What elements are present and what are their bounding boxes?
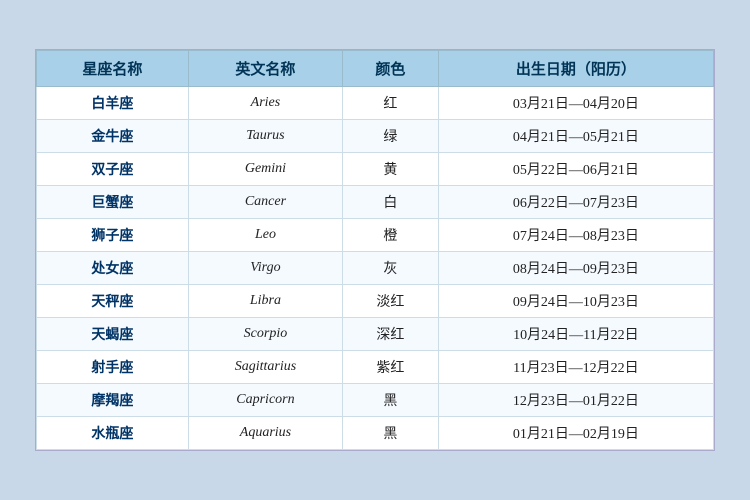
cell-chinese-name: 天蝎座 <box>37 318 189 351</box>
table-header-row: 星座名称 英文名称 颜色 出生日期（阳历） <box>37 51 714 87</box>
cell-dates: 07月24日—08月23日 <box>438 219 713 252</box>
table-row: 金牛座Taurus绿04月21日—05月21日 <box>37 120 714 153</box>
cell-english-name: Libra <box>188 285 342 318</box>
cell-chinese-name: 狮子座 <box>37 219 189 252</box>
table-row: 处女座Virgo灰08月24日—09月23日 <box>37 252 714 285</box>
table-row: 水瓶座Aquarius黑01月21日—02月19日 <box>37 417 714 450</box>
cell-dates: 03月21日—04月20日 <box>438 87 713 120</box>
header-dates: 出生日期（阳历） <box>438 51 713 87</box>
header-english-name: 英文名称 <box>188 51 342 87</box>
cell-color: 灰 <box>343 252 439 285</box>
cell-chinese-name: 处女座 <box>37 252 189 285</box>
zodiac-table-container: 星座名称 英文名称 颜色 出生日期（阳历） 白羊座Aries红03月21日—04… <box>35 49 715 451</box>
table-row: 狮子座Leo橙07月24日—08月23日 <box>37 219 714 252</box>
cell-english-name: Taurus <box>188 120 342 153</box>
cell-color: 红 <box>343 87 439 120</box>
cell-english-name: Cancer <box>188 186 342 219</box>
cell-dates: 12月23日—01月22日 <box>438 384 713 417</box>
header-chinese-name: 星座名称 <box>37 51 189 87</box>
table-row: 双子座Gemini黄05月22日—06月21日 <box>37 153 714 186</box>
cell-dates: 01月21日—02月19日 <box>438 417 713 450</box>
cell-english-name: Scorpio <box>188 318 342 351</box>
cell-english-name: Leo <box>188 219 342 252</box>
cell-color: 绿 <box>343 120 439 153</box>
cell-dates: 09月24日—10月23日 <box>438 285 713 318</box>
cell-chinese-name: 天秤座 <box>37 285 189 318</box>
cell-dates: 08月24日—09月23日 <box>438 252 713 285</box>
table-row: 巨蟹座Cancer白06月22日—07月23日 <box>37 186 714 219</box>
cell-color: 紫红 <box>343 351 439 384</box>
cell-chinese-name: 双子座 <box>37 153 189 186</box>
table-row: 射手座Sagittarius紫红11月23日—12月22日 <box>37 351 714 384</box>
cell-color: 淡红 <box>343 285 439 318</box>
cell-color: 深红 <box>343 318 439 351</box>
cell-dates: 06月22日—07月23日 <box>438 186 713 219</box>
cell-english-name: Capricorn <box>188 384 342 417</box>
cell-chinese-name: 白羊座 <box>37 87 189 120</box>
cell-english-name: Gemini <box>188 153 342 186</box>
cell-dates: 11月23日—12月22日 <box>438 351 713 384</box>
cell-color: 黄 <box>343 153 439 186</box>
cell-color: 橙 <box>343 219 439 252</box>
cell-chinese-name: 金牛座 <box>37 120 189 153</box>
cell-chinese-name: 水瓶座 <box>37 417 189 450</box>
table-row: 天蝎座Scorpio深红10月24日—11月22日 <box>37 318 714 351</box>
cell-chinese-name: 射手座 <box>37 351 189 384</box>
cell-dates: 04月21日—05月21日 <box>438 120 713 153</box>
table-body: 白羊座Aries红03月21日—04月20日金牛座Taurus绿04月21日—0… <box>37 87 714 450</box>
zodiac-table: 星座名称 英文名称 颜色 出生日期（阳历） 白羊座Aries红03月21日—04… <box>36 50 714 450</box>
cell-english-name: Aquarius <box>188 417 342 450</box>
cell-chinese-name: 巨蟹座 <box>37 186 189 219</box>
cell-english-name: Virgo <box>188 252 342 285</box>
table-row: 天秤座Libra淡红09月24日—10月23日 <box>37 285 714 318</box>
cell-dates: 10月24日—11月22日 <box>438 318 713 351</box>
cell-color: 黑 <box>343 417 439 450</box>
cell-dates: 05月22日—06月21日 <box>438 153 713 186</box>
header-color: 颜色 <box>343 51 439 87</box>
table-row: 白羊座Aries红03月21日—04月20日 <box>37 87 714 120</box>
cell-color: 白 <box>343 186 439 219</box>
table-row: 摩羯座Capricorn黑12月23日—01月22日 <box>37 384 714 417</box>
cell-chinese-name: 摩羯座 <box>37 384 189 417</box>
cell-color: 黑 <box>343 384 439 417</box>
cell-english-name: Aries <box>188 87 342 120</box>
cell-english-name: Sagittarius <box>188 351 342 384</box>
